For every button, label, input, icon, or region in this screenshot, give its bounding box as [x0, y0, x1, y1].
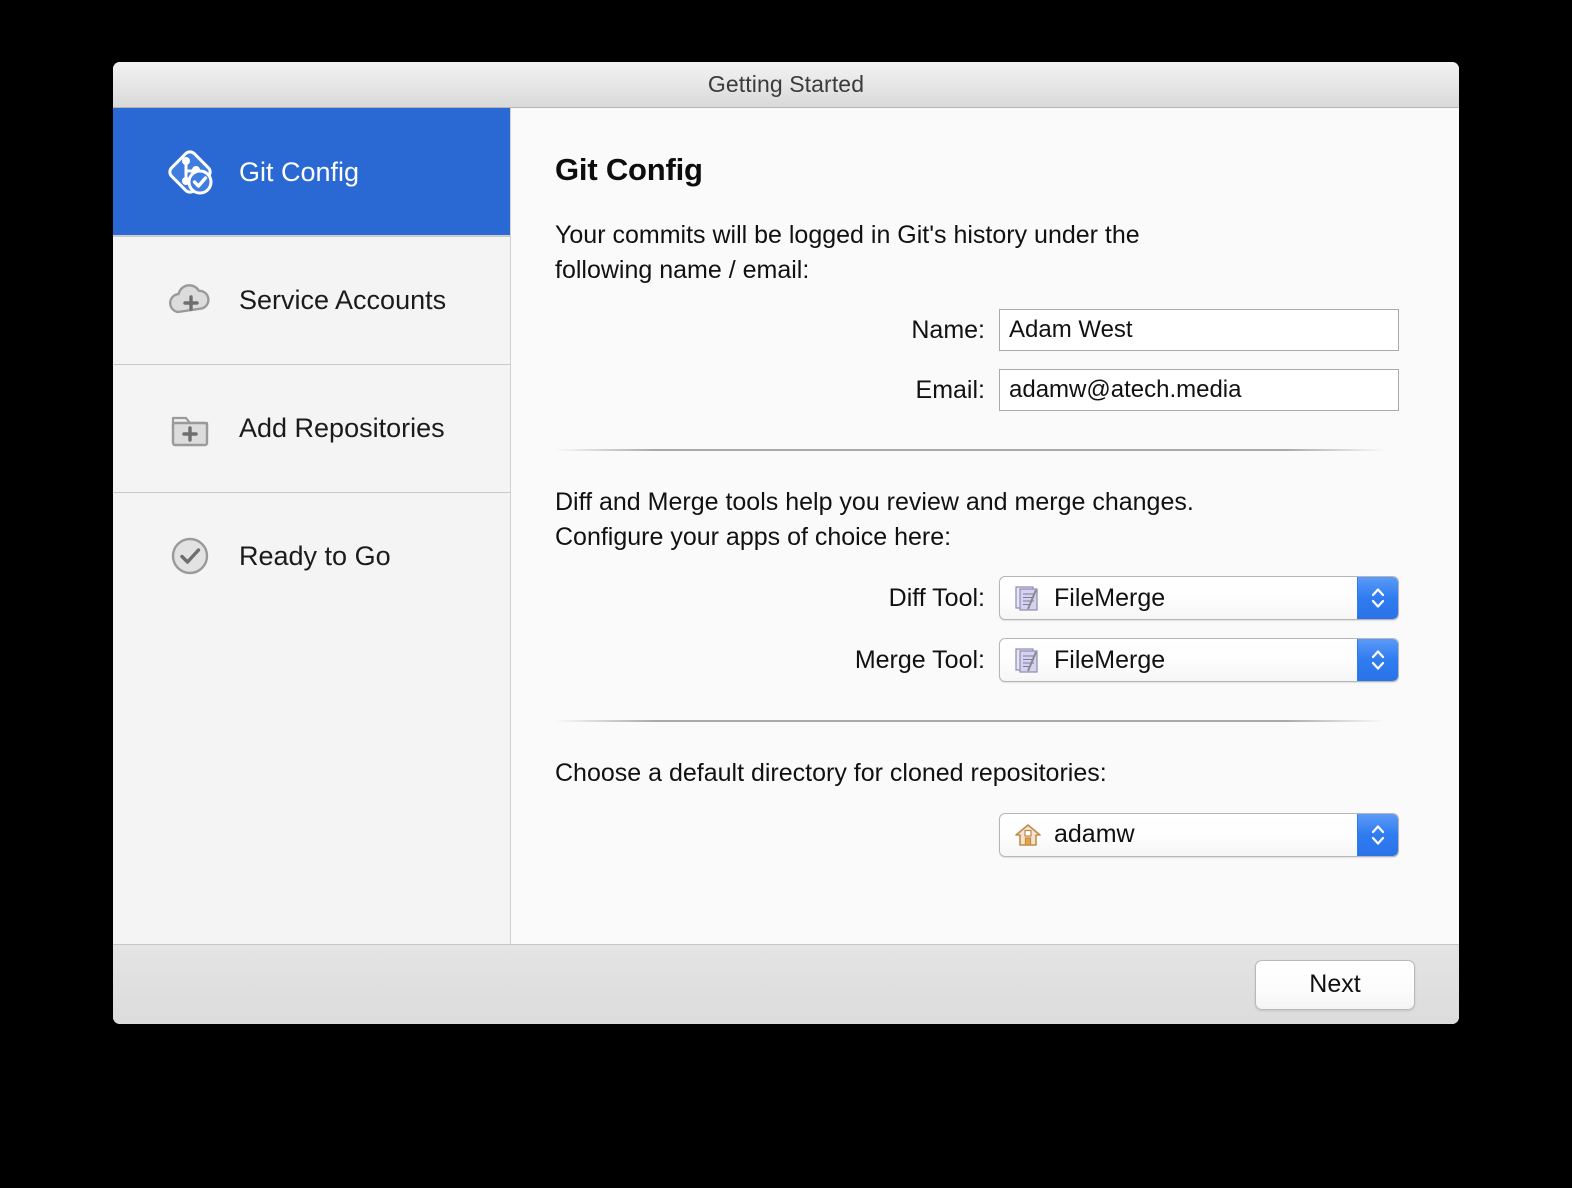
filemerge-icon [1012, 583, 1044, 613]
getting-started-window: Getting Started Git Config Service Accou… [113, 62, 1459, 1024]
email-row: Email: adamw@atech.media [555, 369, 1399, 411]
page-title: Git Config [555, 152, 703, 187]
sidebar-item-label: Add Repositories [239, 412, 445, 443]
sidebar-item-add-repositories[interactable]: Add Repositories [113, 364, 510, 492]
clone-directory-select[interactable]: adamw [999, 812, 1399, 857]
clone-directory-stepper[interactable] [1357, 813, 1398, 856]
diff-tool-select[interactable]: FileMerge [999, 576, 1399, 620]
sidebar-item-git-config[interactable]: Git Config [113, 108, 510, 236]
email-label: Email: [915, 375, 985, 404]
merge-tool-row: Merge Tool: FileMerge [555, 638, 1399, 682]
sidebar-item-ready-to-go[interactable]: Ready to Go [113, 492, 510, 620]
directory-fields: adamw [555, 812, 1399, 857]
directory-row: adamw [555, 812, 1399, 857]
diff-tool-label: Diff Tool: [888, 583, 985, 612]
git-config-intro-text: Your commits will be logged in Git's his… [555, 221, 1140, 284]
sidebar-item-label: Git Config [239, 156, 360, 187]
section-divider-1 [555, 449, 1385, 451]
sidebar: Git Config Service Accounts Add Reposito… [113, 108, 511, 944]
next-button[interactable]: Next [1255, 959, 1415, 1010]
git-config-icon [161, 143, 219, 201]
diff-merge-intro-text: Diff and Merge tools help you review and… [555, 488, 1194, 551]
clone-directory-value: adamw [1054, 820, 1135, 848]
tool-fields: Diff Tool: FileMerge Merge Tool: FileMer… [555, 576, 1399, 682]
folder-plus-icon [161, 399, 219, 457]
merge-tool-value: FileMerge [1054, 645, 1166, 674]
merge-tool-stepper[interactable] [1357, 639, 1398, 681]
section-divider-2 [555, 720, 1385, 722]
window-titlebar: Getting Started [113, 62, 1459, 108]
diff-tool-value: FileMerge [1054, 583, 1166, 612]
sidebar-item-service-accounts[interactable]: Service Accounts [113, 236, 510, 364]
content-panel: Git Config Your commits will be logged i… [511, 108, 1459, 944]
sidebar-item-label: Service Accounts [239, 284, 447, 315]
merge-tool-select[interactable]: FileMerge [999, 638, 1399, 682]
sidebar-item-label: Ready to Go [239, 540, 391, 571]
diff-tool-stepper[interactable] [1357, 577, 1398, 619]
window-title: Getting Started [707, 71, 865, 97]
identity-fields: Name: Adam West Email: adamw@atech.media [555, 309, 1399, 411]
window-body: Git Config Service Accounts Add Reposito… [113, 108, 1459, 944]
home-folder-icon [1012, 820, 1044, 850]
merge-tool-label: Merge Tool: [854, 645, 985, 674]
filemerge-icon [1012, 645, 1044, 675]
email-input[interactable]: adamw@atech.media [999, 369, 1399, 411]
diff-tool-row: Diff Tool: FileMerge [555, 576, 1399, 620]
name-row: Name: Adam West [555, 309, 1399, 351]
window-footer: Next [113, 944, 1459, 1024]
cloud-plus-icon [161, 271, 219, 329]
name-label: Name: [911, 315, 985, 344]
clone-directory-text: Choose a default directory for cloned re… [555, 759, 1107, 787]
check-circle-icon [161, 527, 219, 585]
name-input[interactable]: Adam West [999, 309, 1399, 351]
